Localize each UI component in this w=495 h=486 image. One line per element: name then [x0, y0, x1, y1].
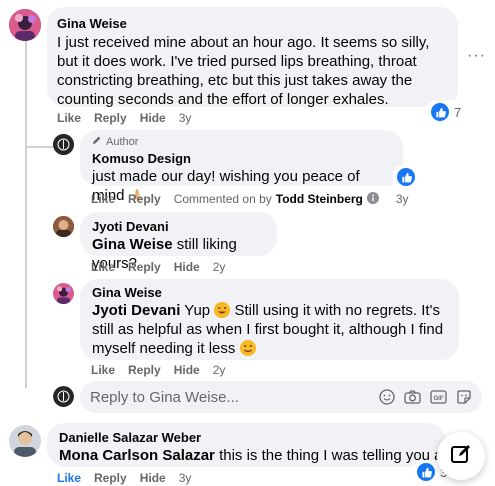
reply-actions: Like Reply Hide 2y — [91, 259, 225, 275]
timestamp[interactable]: 3y — [396, 192, 409, 206]
sticker-icon[interactable] — [456, 389, 472, 405]
reply-button[interactable]: Reply — [94, 111, 127, 125]
reply-actions: Like Reply Commented on by Todd Steinber… — [91, 191, 409, 207]
reply-actions: Like Reply Hide 2y — [91, 362, 225, 378]
commented-on-by: Commented on by Todd Steinberg — [173, 191, 379, 207]
mention-link[interactable]: Mona Carlson Salazar — [59, 447, 215, 464]
comment-author[interactable]: Danielle Salazar Weber — [59, 429, 434, 446]
reply-bubble: Jyoti Devani Gina Weise still liking you… — [80, 212, 277, 272]
like-reaction-icon — [395, 166, 417, 188]
like-button[interactable]: Like — [57, 471, 81, 485]
like-button[interactable]: Like — [57, 111, 81, 125]
thread-line-curve — [25, 146, 53, 148]
reply-composer[interactable]: GIF — [80, 381, 482, 413]
timestamp[interactable]: 2y — [213, 363, 226, 377]
avatar[interactable] — [9, 9, 41, 41]
avatar[interactable] — [53, 216, 74, 237]
emoji-picker-icon[interactable] — [379, 389, 395, 405]
avatar[interactable] — [9, 425, 41, 457]
camera-icon[interactable] — [404, 389, 421, 405]
commented-on-by-label: Commented on by — [173, 192, 272, 206]
reply-bubble: Gina Weise Jyoti Devani Yup Still using … — [80, 279, 459, 360]
comment-bubble: Gina Weise I just received mine about an… — [47, 7, 458, 108]
wink-emoji-icon — [214, 302, 231, 318]
reply-button[interactable]: Reply — [128, 260, 161, 274]
commenter-name[interactable]: Todd Steinberg — [276, 192, 363, 206]
comment-actions: Like Reply Hide 3y — [57, 470, 191, 486]
like-button[interactable]: Like — [91, 260, 115, 274]
gif-icon[interactable]: GIF — [430, 389, 447, 405]
reply-author[interactable]: Jyoti Devani — [92, 218, 265, 235]
info-icon[interactable] — [366, 191, 379, 207]
thread-line — [25, 40, 27, 146]
like-reaction-icon — [429, 101, 451, 123]
hide-button[interactable]: Hide — [174, 363, 200, 377]
reaction-count: 7 — [454, 104, 462, 120]
svg-text:GIF: GIF — [434, 396, 444, 402]
hide-button[interactable]: Hide — [140, 471, 166, 485]
reply-author[interactable]: Gina Weise — [92, 284, 447, 301]
author-badge: Author — [92, 135, 391, 149]
reply-button[interactable]: Reply — [128, 363, 161, 377]
thread-line — [25, 148, 27, 388]
current-user-avatar — [53, 386, 74, 407]
reply-bubble: Author Komuso Design just made our day! … — [80, 130, 403, 204]
grin-emoji-icon — [239, 340, 256, 356]
like-button[interactable]: Like — [91, 192, 115, 206]
reply-author[interactable]: Komuso Design — [92, 150, 391, 167]
like-button[interactable]: Like — [91, 363, 115, 377]
reply-button[interactable]: Reply — [94, 471, 127, 485]
reaction-summary[interactable]: 7 — [427, 100, 464, 124]
timestamp[interactable]: 3y — [179, 111, 192, 125]
hide-button[interactable]: Hide — [174, 260, 200, 274]
reaction-summary[interactable] — [393, 165, 419, 189]
comment-actions: Like Reply Hide 3y — [57, 110, 191, 126]
mention-link[interactable]: Gina Weise — [92, 236, 173, 253]
reply-text: Jyoti Devani Yup Still using it with no … — [92, 301, 452, 358]
reply-input[interactable] — [90, 388, 379, 406]
timestamp[interactable]: 2y — [213, 260, 226, 274]
composer-icons: GIF — [379, 389, 472, 405]
more-options-icon[interactable]: ··· — [467, 48, 486, 64]
comment-bubble: Danielle Salazar Weber Mona Carlson Sala… — [47, 423, 472, 467]
comment-text: I just received mine about an hour ago. … — [57, 34, 430, 108]
compose-button[interactable] — [437, 432, 485, 480]
comment-author[interactable]: Gina Weise — [57, 15, 446, 32]
hide-button[interactable]: Hide — [140, 111, 166, 125]
avatar[interactable] — [53, 134, 74, 155]
reply-button[interactable]: Reply — [128, 192, 161, 206]
reply-text-lead: Yup — [184, 302, 211, 319]
mention-link[interactable]: Jyoti Devani — [92, 302, 180, 319]
comment-text: Mona Carlson Salazar this is the thing I… — [59, 446, 472, 465]
like-reaction-icon — [415, 461, 437, 483]
author-badge-label: Author — [106, 135, 139, 148]
compose-icon — [450, 443, 472, 470]
pencil-icon — [92, 135, 102, 149]
avatar[interactable] — [53, 283, 74, 304]
timestamp[interactable]: 3y — [179, 471, 192, 485]
